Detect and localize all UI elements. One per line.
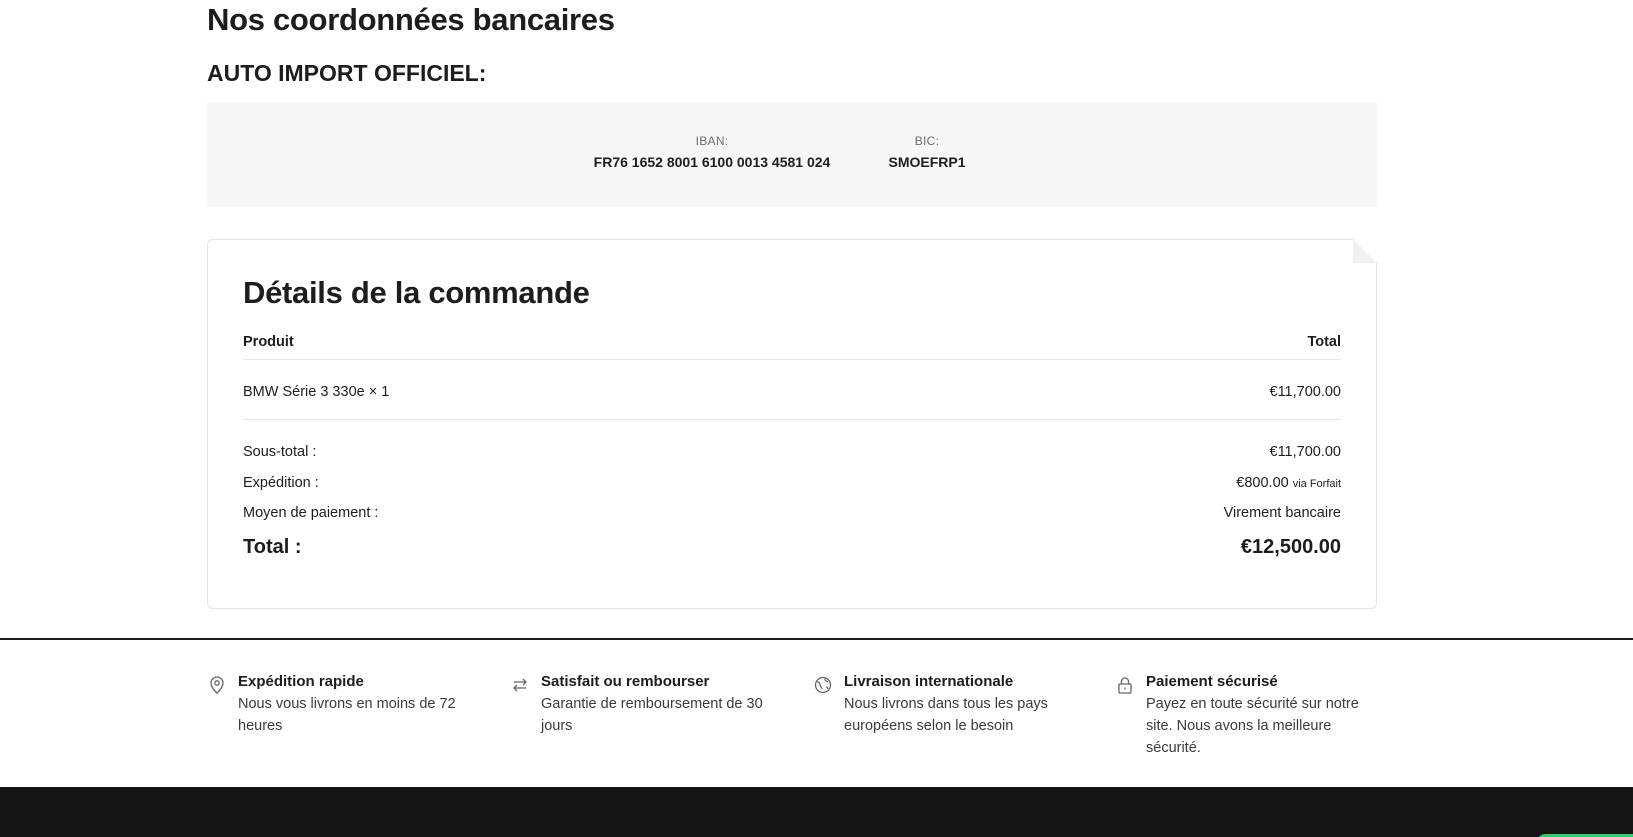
feature-description: Garantie de remboursement de 30 jours [541, 696, 763, 734]
order-total-label: Total : [243, 536, 302, 558]
card-corner-fold [1353, 239, 1377, 263]
footer-dark-bar [0, 787, 1633, 837]
shipping-method: via Forfait [1292, 478, 1341, 490]
shipping-row: Expédition : €800.00 via Forfait [243, 475, 1341, 491]
iban-label: IBAN: [695, 134, 729, 148]
shipping-label: Expédition : [243, 475, 319, 491]
bic-value: SMOEFRP1 [888, 154, 966, 170]
feature-title: Paiement sécurisé [1146, 673, 1278, 690]
shipping-amount: €800.00 via Forfait [1236, 475, 1341, 491]
bank-details-title: Nos coordonnées bancaires [207, 2, 615, 37]
lock-icon [1115, 675, 1135, 695]
order-total-row: Total : €12,500.00 [243, 536, 1341, 559]
column-header-total: Total [1307, 334, 1341, 350]
arrows-exchange-icon [510, 675, 530, 695]
subtotal-row: Sous-total : €11,700.00 [243, 444, 1341, 460]
order-item-row: BMW Série 3 330e × 1 €11,700.00 [243, 384, 1341, 400]
bic-field: BIC: SMOEFRP1 [877, 134, 977, 170]
bank-details-box: IBAN: FR76 1652 8001 6100 0013 4581 024 … [207, 102, 1377, 207]
globe-icon [813, 675, 833, 695]
order-details-title: Détails de la commande [243, 275, 590, 310]
order-total-value: €12,500.00 [1240, 536, 1341, 558]
feature-description: Nous livrons dans tous les pays européen… [844, 696, 1048, 734]
order-item-total: €11,700.00 [1269, 384, 1342, 400]
order-table-header: Produit Total [243, 334, 1341, 350]
bank-company-name: AUTO IMPORT OFFICIEL: [207, 60, 487, 86]
column-header-product: Produit [243, 334, 294, 350]
payment-method-row: Moyen de paiement : Virement bancaire [243, 505, 1341, 521]
header-divider [243, 359, 1341, 360]
iban-field: IBAN: FR76 1652 8001 6100 0013 4581 024 [577, 134, 847, 170]
payment-method-label: Moyen de paiement : [243, 505, 379, 521]
bic-label: BIC: [914, 134, 940, 148]
iban-value: FR76 1652 8001 6100 0013 4581 024 [593, 154, 831, 170]
subtotal-value: €11,700.00 [1269, 444, 1342, 460]
order-item-name[interactable]: BMW Série 3 330e × 1 [243, 384, 389, 400]
feature-title: Expédition rapide [238, 673, 364, 690]
page: Nos coordonnées bancaires AUTO IMPORT OF… [0, 0, 1633, 837]
footer-top-border [0, 638, 1633, 640]
item-divider [243, 419, 1341, 420]
feature-description: Payez en toute sécurité sur notre site. … [1146, 696, 1359, 756]
feature-title: Satisfait ou rembourser [541, 673, 710, 690]
payment-method-value: Virement bancaire [1223, 505, 1341, 521]
shipping-value: €800.00 [1236, 475, 1289, 491]
location-pin-icon [207, 675, 227, 695]
order-details-card: Détails de la commande Produit Total BMW… [207, 239, 1377, 609]
feature-description: Nous vous livrons en moins de 72 heures [238, 696, 456, 734]
feature-title: Livraison internationale [844, 673, 1014, 690]
subtotal-label: Sous-total : [243, 444, 317, 460]
